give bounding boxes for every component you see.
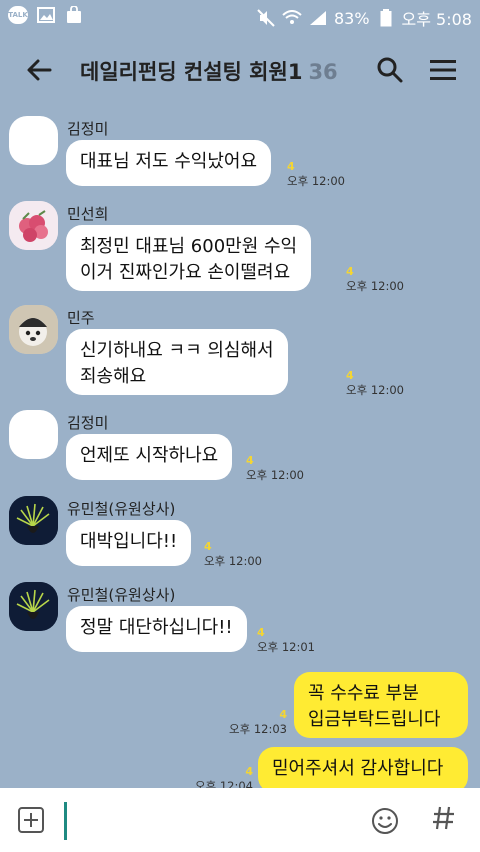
message-bubble[interactable]: 최정민 대표님 600만원 수익 이거 진짜인가요 손이떨려요 (66, 225, 312, 291)
message-bubble[interactable]: 믿어주셔서 감사합니다 (258, 747, 468, 788)
unread-count: 4 (287, 160, 295, 173)
shopping-bag-icon (64, 6, 84, 24)
sender-name: 민주 (67, 309, 95, 327)
plus-icon[interactable] (18, 807, 44, 833)
emoji-icon[interactable] (370, 806, 400, 836)
unread-count: 4 (204, 540, 212, 553)
message-meta: 4 오후 12:00 (287, 160, 345, 189)
message-time: 오후 12:00 (204, 554, 262, 568)
unread-count: 4 (245, 765, 253, 778)
unread-count: 4 (346, 369, 354, 382)
clock: 오후 5:08 (401, 10, 472, 29)
arrow-left-icon[interactable] (24, 54, 56, 86)
chat-header: 데일리펀딩 컨설팅 회원1 36 (0, 34, 480, 106)
signal-icon (308, 9, 328, 27)
message-time: 오후 12:03 (229, 722, 287, 736)
message-input[interactable] (64, 802, 365, 840)
message-bubble[interactable]: 꼭 수수료 부분 입금부탁드립니다 (294, 672, 468, 738)
unread-count: 4 (257, 626, 265, 639)
hamburger-menu-icon[interactable] (430, 58, 456, 82)
message-time: 오후 12:04 (195, 779, 253, 788)
sender-name: 민선희 (67, 205, 109, 223)
battery-icon (376, 9, 396, 27)
message-input-bar (0, 788, 480, 852)
message-meta: 4 오후 12:00 (246, 454, 304, 483)
member-count: 36 (308, 60, 338, 84)
message-time: 오후 12:01 (257, 640, 315, 654)
kakaotalk-notification-icon: TALK (8, 6, 28, 24)
unread-count: 4 (279, 708, 287, 721)
message-meta: 4 오후 12:00 (204, 540, 262, 569)
message-time: 오후 12:00 (246, 468, 304, 482)
message-bubble[interactable]: 언제또 시작하나요 (66, 434, 233, 480)
chat-messages[interactable]: 김정미 대표님 저도 수익났어요 4 오후 12:00 민선희 최정민 대표님 … (0, 106, 480, 788)
chat-room-name: 데일리펀딩 컨설팅 회원1 (80, 60, 303, 84)
message-bubble[interactable]: 정말 대단하십니다!! (66, 606, 247, 652)
avatar[interactable] (9, 201, 58, 250)
sender-name: 김정미 (67, 414, 109, 432)
avatar[interactable] (9, 410, 58, 459)
message-time: 오후 12:00 (346, 279, 404, 293)
message-bubble[interactable]: 대표님 저도 수익났어요 (66, 140, 272, 186)
unread-count: 4 (246, 454, 254, 467)
message-time: 오후 12:00 (287, 174, 345, 188)
message-meta: 4 오후 12:04 (195, 765, 253, 788)
message-meta: 4 오후 12:00 (346, 265, 404, 294)
avatar[interactable] (9, 116, 58, 165)
sender-name: 유민철(유원상사) (67, 586, 176, 604)
wifi-icon (282, 9, 302, 27)
image-notification-icon (36, 6, 56, 24)
message-bubble[interactable]: 신기하내요 ㅋㅋ 의심해서 죄송해요 (66, 329, 288, 395)
message-time: 오후 12:00 (346, 383, 404, 397)
message-meta: 4 오후 12:03 (229, 708, 287, 737)
chat-title: 데일리펀딩 컨설팅 회원1 36 (80, 56, 338, 86)
sender-name: 유민철(유원상사) (67, 500, 176, 518)
hashtag-icon[interactable] (432, 804, 456, 839)
avatar[interactable] (9, 496, 58, 545)
unread-count: 4 (346, 265, 354, 278)
status-bar: TALK 83% 오후 5:08 (0, 0, 480, 34)
mute-icon (256, 9, 276, 27)
message-bubble[interactable]: 대박입니다!! (66, 520, 192, 566)
search-icon[interactable] (376, 56, 404, 84)
avatar[interactable] (9, 305, 58, 354)
message-meta: 4 오후 12:01 (257, 626, 315, 655)
sender-name: 김정미 (67, 120, 109, 138)
avatar[interactable] (9, 582, 58, 631)
message-meta: 4 오후 12:00 (346, 369, 404, 398)
battery-percentage: 83% (333, 8, 370, 28)
